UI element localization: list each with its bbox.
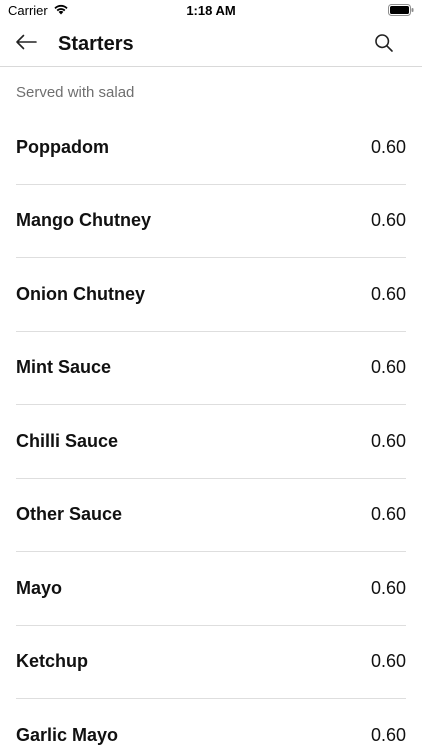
item-price: 0.60: [370, 504, 406, 525]
item-price: 0.60: [370, 136, 406, 157]
menu-item[interactable]: Onion Chutney 0.60: [16, 258, 406, 332]
page-title: Starters: [58, 33, 134, 55]
item-price: 0.60: [370, 430, 406, 451]
item-name: Ketchup: [16, 651, 88, 672]
item-name: Chilli Sauce: [16, 430, 119, 451]
item-price: 0.60: [370, 725, 406, 746]
menu-item[interactable]: Mint Sauce 0.60: [16, 332, 406, 405]
item-price: 0.60: [370, 357, 406, 378]
item-name: Onion Chutney: [16, 283, 145, 304]
menu-item[interactable]: Chilli Sauce 0.60: [16, 405, 406, 479]
status-time: 1:18 AM: [186, 3, 236, 18]
menu-item[interactable]: Other Sauce 0.60: [16, 479, 406, 552]
menu-item[interactable]: Ketchup 0.60: [16, 626, 406, 699]
item-name: Mint Sauce: [16, 357, 112, 378]
menu-item[interactable]: Poppadom 0.60: [16, 111, 406, 185]
item-name: Poppadom: [16, 136, 109, 157]
screen: Carrier 1:18 AM Starters Served with sal…: [0, 0, 422, 750]
search-button[interactable]: [372, 33, 396, 57]
status-bar: Carrier 1:18 AM: [0, 0, 422, 22]
back-button[interactable]: [12, 31, 40, 57]
item-name: Mayo: [16, 577, 63, 598]
menu-item[interactable]: Mayo 0.60: [16, 552, 406, 626]
arrow-left-icon: [15, 34, 37, 55]
section-subtitle: Served with salad: [16, 84, 135, 101]
item-name: Other Sauce: [16, 504, 123, 525]
search-icon: [374, 33, 394, 58]
nav-bar: Starters: [0, 22, 422, 67]
item-price: 0.60: [370, 577, 406, 598]
menu-list: Poppadom 0.60 Mango Chutney 0.60 Onion C…: [0, 111, 422, 750]
menu-item[interactable]: Garlic Mayo 0.60: [16, 699, 406, 750]
item-name: Mango Chutney: [16, 210, 151, 231]
menu-item[interactable]: Mango Chutney 0.60: [16, 185, 406, 258]
battery-icon: [388, 4, 414, 19]
item-price: 0.60: [370, 651, 406, 672]
item-name: Garlic Mayo: [16, 725, 119, 746]
item-price: 0.60: [370, 283, 406, 304]
item-price: 0.60: [370, 210, 406, 231]
